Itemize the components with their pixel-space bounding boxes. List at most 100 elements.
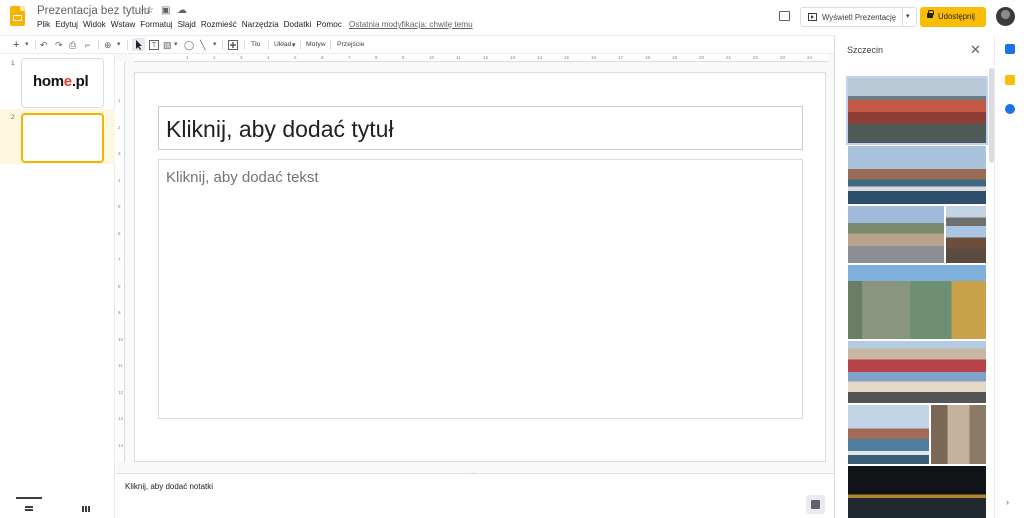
move-folder-icon[interactable]: ▣ — [161, 5, 170, 16]
explore-button[interactable] — [806, 495, 825, 514]
ruler-tick: 6 — [321, 55, 324, 60]
close-icon[interactable]: ✕ — [970, 42, 981, 58]
present-divider — [902, 8, 903, 26]
image-result[interactable] — [848, 206, 944, 263]
horizontal-ruler[interactable]: 1234567891011121314151617181920212223242… — [134, 54, 839, 62]
menu-addons[interactable]: Dodatki — [284, 20, 312, 32]
ruler-tick: 16 — [591, 55, 597, 60]
paint-format-icon[interactable]: ⌐ — [85, 39, 90, 51]
menu-view[interactable]: Widok — [83, 20, 106, 32]
print-icon[interactable]: ⎙ — [69, 39, 76, 51]
slides-logo-icon[interactable] — [10, 6, 25, 26]
ruler-tick: 6 — [118, 230, 121, 236]
divider — [330, 40, 331, 50]
menu-file[interactable]: Plik — [37, 20, 50, 32]
line-icon[interactable]: ╲ — [200, 39, 205, 51]
present-button[interactable]: Wyświetl Prezentację ▾ — [800, 7, 917, 27]
last-edit-link[interactable]: Ostatnia modyfikacja: chwilę temu — [349, 20, 473, 32]
add-comment-icon[interactable]: ✚ — [228, 40, 238, 50]
shape-icon[interactable]: ◯ — [184, 39, 194, 51]
image-result[interactable] — [848, 466, 986, 518]
ruler-tick: 12 — [483, 55, 489, 60]
document-title[interactable]: Prezentacja bez tytułu — [37, 5, 150, 17]
ruler-tick: 10 — [118, 336, 124, 342]
cursor-icon — [136, 40, 142, 50]
image-result[interactable] — [946, 206, 986, 263]
ruler-tick: 4 — [118, 177, 121, 183]
ruler-tick: 3 — [240, 55, 243, 60]
chevron-down-icon[interactable]: ▾ — [174, 39, 178, 51]
layout-button[interactable]: Układ — [274, 41, 291, 48]
redo-icon[interactable]: ↷ — [55, 39, 63, 51]
ruler-tick: 12 — [118, 389, 124, 395]
calendar-icon[interactable] — [1005, 44, 1015, 54]
ruler-tick: 1 — [186, 55, 189, 60]
image-result[interactable] — [848, 146, 986, 204]
ruler-tick: 7 — [348, 55, 351, 60]
image-icon[interactable]: ▧ — [163, 39, 172, 51]
ruler-tick: 9 — [118, 310, 121, 315]
ruler-tick: 1 — [118, 98, 121, 103]
slide-canvas[interactable]: Kliknij, aby dodać tytuł Kliknij, aby do… — [134, 72, 826, 462]
share-button[interactable]: Udostępnij — [920, 7, 986, 27]
chevron-down-icon[interactable]: ▾ — [213, 39, 217, 51]
menu-edit[interactable]: Edytuj — [55, 20, 78, 32]
menu-tools[interactable]: Narzędzia — [242, 20, 279, 32]
ruler-tick: 15 — [564, 55, 570, 60]
star-icon[interactable]: ☆ — [145, 5, 154, 16]
chevron-right-icon[interactable]: › — [1006, 497, 1009, 507]
explore-panel: Szczecin ✕ — [834, 35, 994, 518]
ruler-tick: 5 — [118, 204, 121, 209]
ruler-tick: 11 — [456, 55, 461, 60]
textbox-icon[interactable]: T — [149, 40, 159, 50]
grid-view-icon[interactable] — [82, 506, 90, 512]
menu-insert[interactable]: Wstaw — [111, 20, 136, 32]
speaker-notes[interactable]: Kliknij, aby dodać notatki — [116, 473, 834, 518]
menu-slide[interactable]: Slajd — [178, 20, 196, 32]
chevron-down-icon[interactable]: ▾ — [906, 12, 910, 20]
image-result[interactable] — [848, 341, 986, 403]
slide-thumbnail-1[interactable]: home.pl — [21, 58, 104, 108]
slide-filmstrip: 1 home.pl 2 — [0, 54, 115, 518]
vertical-ruler[interactable]: 1 2 3 4 5 6 7 8 9 10 11 12 13 14 — [116, 62, 125, 462]
image-result[interactable] — [848, 405, 929, 464]
app-header: Prezentacja bez tytułu ☆ ▣ ☁ Plik Edytuj… — [0, 0, 1024, 34]
avatar[interactable] — [996, 7, 1015, 26]
chevron-down-icon[interactable]: ▾ — [292, 41, 295, 49]
ruler-tick: 24 — [807, 55, 813, 60]
theme-button[interactable]: Motyw — [306, 41, 326, 48]
title-placeholder[interactable]: Kliknij, aby dodać tytuł — [158, 106, 803, 150]
divider — [222, 40, 223, 50]
transition-button[interactable]: Przejście — [337, 41, 365, 48]
select-tool-button[interactable] — [132, 38, 145, 51]
chevron-down-icon[interactable]: ▾ — [25, 39, 29, 51]
zoom-icon[interactable]: ⊕ — [104, 39, 112, 51]
ruler-tick: 4 — [267, 55, 270, 60]
ruler-tick: 5 — [294, 55, 297, 60]
filmstrip-view-tab[interactable] — [16, 497, 42, 518]
cloud-status-icon[interactable]: ☁ — [177, 5, 187, 16]
body-placeholder[interactable]: Kliknij, aby dodać tekst — [158, 159, 803, 419]
view-switcher — [0, 497, 115, 518]
title-placeholder-text: Kliknij, aby dodać tytuł — [166, 116, 394, 142]
slide-number: 1 — [11, 60, 15, 67]
menu-help[interactable]: Pomoc — [316, 20, 341, 32]
menu-format[interactable]: Formatuj — [140, 20, 172, 32]
image-result[interactable] — [846, 76, 988, 145]
keep-icon[interactable] — [1005, 75, 1015, 85]
image-result[interactable] — [848, 265, 986, 339]
comments-icon[interactable] — [779, 11, 790, 21]
present-label: Wyświetl Prezentację — [822, 13, 897, 22]
undo-icon[interactable]: ↶ — [40, 39, 48, 51]
menu-arrange[interactable]: Rozmieść — [201, 20, 237, 32]
ruler-tick: 2 — [213, 55, 216, 60]
side-rail: › — [994, 35, 1024, 518]
ruler-tick: 13 — [118, 416, 124, 421]
ruler-tick: 7 — [118, 257, 121, 262]
slide-thumbnail-2[interactable] — [21, 113, 104, 163]
image-result[interactable] — [931, 405, 986, 464]
background-button[interactable]: Tło — [251, 41, 260, 48]
new-slide-icon[interactable]: + — [13, 39, 19, 51]
chevron-down-icon[interactable]: ▾ — [117, 39, 121, 51]
tasks-icon[interactable] — [1005, 104, 1015, 114]
